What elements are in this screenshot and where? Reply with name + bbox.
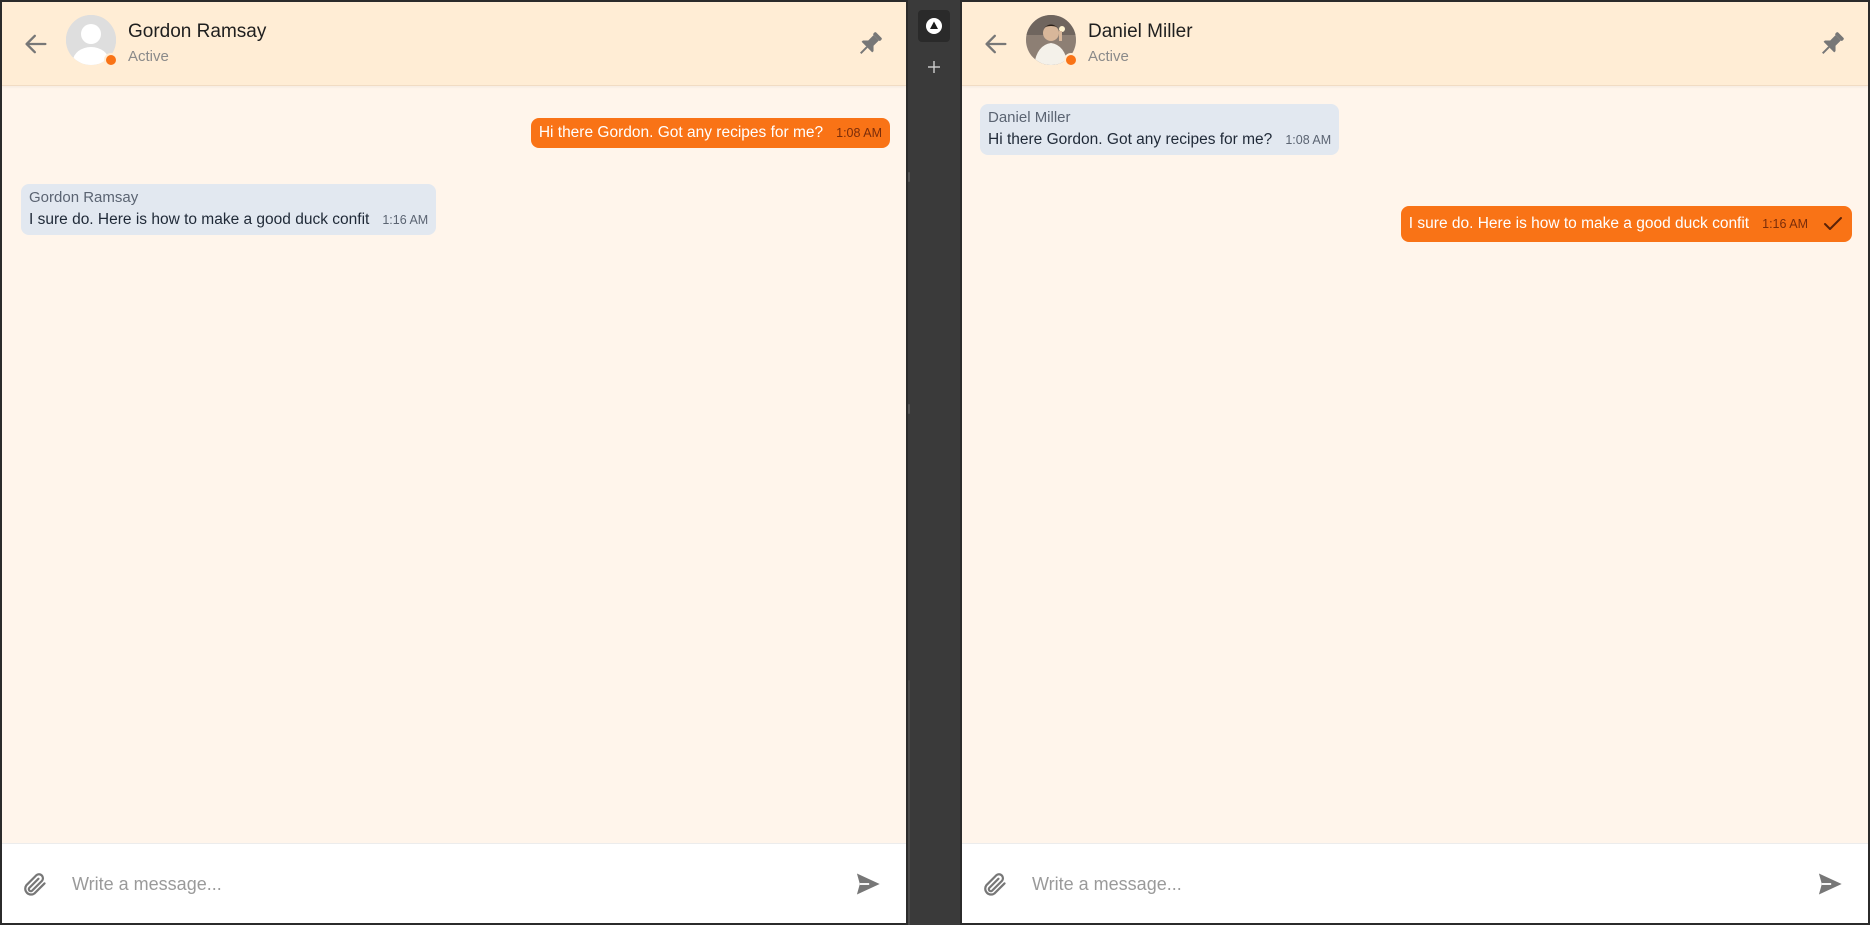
pane-divider-rail [908,0,960,925]
avatar[interactable] [1026,15,1078,67]
message-sender: Daniel Miller [988,109,1071,126]
chat-pane-right: Daniel Miller Active Daniel Miller Hi th… [960,0,1870,925]
contact-name: Gordon Ramsay [128,21,267,42]
online-status-dot [104,53,118,67]
send-icon [856,873,880,895]
pin-icon [860,32,882,54]
contact-status: Active [1088,48,1129,65]
message-text: I sure do. Here is how to make a good du… [29,211,370,228]
chat-header: Gordon Ramsay Active [2,2,906,86]
plus-icon [928,61,940,73]
scrollbar[interactable] [908,680,910,925]
message-time: 1:08 AM [836,126,882,140]
attach-button[interactable] [978,868,1010,900]
message-composer [962,843,1868,923]
message-bubble-incoming[interactable]: Gordon Ramsay I sure do. Here is how to … [21,184,437,235]
avatar[interactable] [66,15,118,67]
resize-handle[interactable] [908,172,910,182]
send-button[interactable] [852,868,884,900]
pin-icon [1822,32,1844,54]
rail-toggle-button[interactable] [918,10,950,42]
pin-button[interactable] [1814,26,1850,62]
paperclip-icon [984,873,1006,896]
back-button[interactable] [20,28,52,60]
message-time: 1:16 AM [1762,217,1808,231]
attach-button[interactable] [18,868,50,900]
message-bubble-outgoing[interactable]: Hi there Gordon. Got any recipes for me?… [530,118,890,148]
chat-header: Daniel Miller Active [962,2,1868,86]
resize-handle[interactable] [908,404,910,414]
online-status-dot [1064,53,1078,67]
pin-button[interactable] [852,26,888,62]
delivered-check-icon [1822,216,1844,232]
chat-pane-left: Gordon Ramsay Active Hi there Gordon. Go… [0,0,908,925]
paperclip-icon [24,873,46,896]
message-bubble-outgoing[interactable]: I sure do. Here is how to make a good du… [1400,206,1852,242]
message-text: I sure do. Here is how to make a good du… [1408,215,1750,232]
message-text: Hi there Gordon. Got any recipes for me? [538,124,824,141]
message-composer [2,843,906,923]
arrow-left-icon [25,34,47,54]
message-time: 1:16 AM [382,213,429,227]
contact-status: Active [128,48,169,65]
send-icon [1818,873,1842,895]
message-input[interactable] [1032,862,1792,906]
message-text: Hi there Gordon. Got any recipes for me? [988,131,1273,148]
message-input[interactable] [72,862,832,906]
message-sender: Gordon Ramsay [29,189,139,206]
send-button[interactable] [1814,868,1846,900]
back-button[interactable] [980,28,1012,60]
message-time: 1:08 AM [1285,133,1332,147]
triangle-up-icon [926,18,942,34]
contact-name: Daniel Miller [1088,21,1193,42]
arrow-left-icon [985,34,1007,54]
message-bubble-incoming[interactable]: Daniel Miller Hi there Gordon. Got any r… [980,104,1340,155]
add-pane-button[interactable] [918,51,950,83]
